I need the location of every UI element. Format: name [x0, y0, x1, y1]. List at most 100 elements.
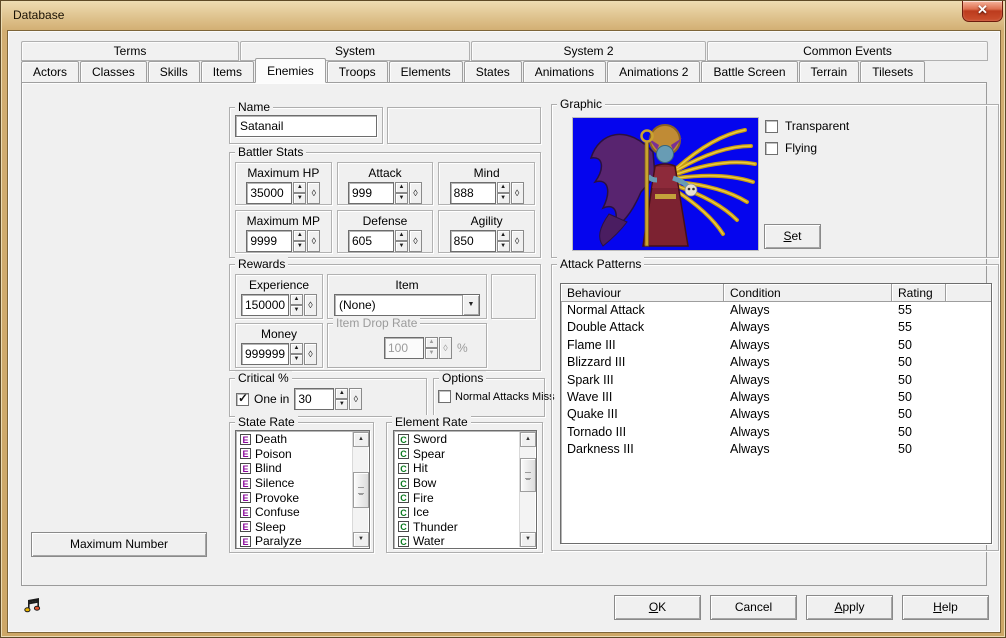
tab-skills[interactable]: Skills: [148, 61, 200, 83]
column-header-behaviour[interactable]: Behaviour: [561, 284, 724, 302]
spin-down-icon[interactable]: ▼: [290, 354, 303, 365]
element-rate-item[interactable]: CSword: [395, 432, 518, 447]
agility-spinner[interactable]: ▲▼ ◊: [450, 230, 524, 252]
attack-pattern-row[interactable]: Double AttackAlways55: [561, 319, 991, 336]
maximum-number-button[interactable]: Maximum Number: [31, 532, 207, 557]
spin-down-icon[interactable]: ▼: [497, 193, 510, 204]
tab-battle-screen[interactable]: Battle Screen: [701, 61, 797, 83]
spin-diamond-icon[interactable]: ◊: [409, 182, 422, 204]
scrollbar-thumb[interactable]: [520, 458, 536, 492]
ok-button[interactable]: OK: [614, 595, 701, 620]
tab-animations2[interactable]: Animations 2: [607, 61, 700, 83]
spin-diamond-icon[interactable]: ◊: [304, 343, 317, 365]
tab-states[interactable]: States: [464, 61, 522, 83]
tab-system2[interactable]: System 2: [471, 41, 706, 61]
spin-up-icon[interactable]: ▲: [290, 343, 303, 354]
attack-pattern-row[interactable]: Spark IIIAlways50: [561, 372, 991, 389]
spin-up-icon[interactable]: ▲: [293, 230, 306, 241]
attack-spinner[interactable]: ▲▼ ◊: [348, 182, 422, 204]
maximum-mp-spinner[interactable]: ▲▼ ◊: [246, 230, 320, 252]
tab-troops[interactable]: Troops: [327, 61, 388, 83]
spin-diamond-icon[interactable]: ◊: [304, 294, 317, 316]
close-button[interactable]: ✕: [962, 1, 1003, 22]
spin-down-icon[interactable]: ▼: [395, 193, 408, 204]
cancel-button[interactable]: Cancel: [710, 595, 797, 620]
element-rate-item[interactable]: CIce: [395, 505, 518, 520]
maximum-hp-value[interactable]: [246, 182, 292, 204]
state-rate-item[interactable]: EConfuse: [237, 505, 351, 520]
critical-spinner[interactable]: ▲▼ ◊: [294, 388, 362, 410]
attack-pattern-row[interactable]: Quake IIIAlways50: [561, 406, 991, 423]
spin-up-icon[interactable]: ▲: [395, 230, 408, 241]
name-input[interactable]: [235, 115, 377, 137]
spin-diamond-icon[interactable]: ◊: [307, 230, 320, 252]
set-button[interactable]: Set: [764, 224, 821, 249]
battler-image[interactable]: [572, 117, 759, 251]
state-rate-item[interactable]: ESleep: [237, 520, 351, 535]
element-rate-item[interactable]: CBow: [395, 476, 518, 491]
spin-up-icon[interactable]: ▲: [293, 182, 306, 193]
element-rate-listbox[interactable]: CSword CSpear CHit CBow CFire CIce CThun…: [393, 430, 537, 549]
tab-items[interactable]: Items: [201, 61, 254, 83]
tab-common-events[interactable]: Common Events: [707, 41, 988, 61]
spin-down-icon[interactable]: ▼: [293, 241, 306, 252]
attack-pattern-row[interactable]: Blizzard IIIAlways50: [561, 354, 991, 371]
spin-up-icon[interactable]: ▲: [497, 230, 510, 241]
attack-pattern-row[interactable]: Darkness IIIAlways50: [561, 441, 991, 458]
spin-down-icon[interactable]: ▼: [395, 241, 408, 252]
tab-enemies[interactable]: Enemies: [255, 58, 326, 83]
scroll-up-icon[interactable]: ▲: [520, 432, 536, 447]
element-rate-scrollbar[interactable]: ▲ ▼: [519, 432, 535, 547]
state-rate-listbox[interactable]: EDeath EPoison EBlind ESilence EProvoke …: [235, 430, 370, 549]
tab-terms[interactable]: Terms: [21, 41, 239, 61]
mind-value[interactable]: [450, 182, 496, 204]
element-rate-item[interactable]: CThunder: [395, 520, 518, 535]
spin-up-icon[interactable]: ▲: [497, 182, 510, 193]
spin-down-icon[interactable]: ▼: [335, 399, 348, 410]
attack-value[interactable]: [348, 182, 394, 204]
state-rate-item[interactable]: EProvoke: [237, 490, 351, 505]
column-header-condition[interactable]: Condition: [724, 284, 892, 302]
state-rate-item[interactable]: EBlind: [237, 461, 351, 476]
tab-tilesets[interactable]: Tilesets: [860, 61, 925, 83]
state-rate-item[interactable]: ESilence: [237, 476, 351, 491]
spin-diamond-icon[interactable]: ◊: [511, 230, 524, 252]
apply-button[interactable]: Apply: [806, 595, 893, 620]
experience-spinner[interactable]: ▲▼ ◊: [241, 294, 317, 316]
attack-pattern-row[interactable]: Wave IIIAlways50: [561, 389, 991, 406]
normal-attacks-miss-checkbox[interactable]: [438, 390, 451, 403]
attack-pattern-row[interactable]: Tornado IIIAlways50: [561, 424, 991, 441]
mind-spinner[interactable]: ▲▼ ◊: [450, 182, 524, 204]
flying-checkbox[interactable]: [765, 142, 778, 155]
scroll-down-icon[interactable]: ▼: [520, 532, 536, 547]
attack-patterns-table[interactable]: Behaviour Condition Rating Normal Attack…: [560, 283, 992, 544]
defense-spinner[interactable]: ▲▼ ◊: [348, 230, 422, 252]
transparent-checkbox[interactable]: [765, 120, 778, 133]
spin-diamond-icon[interactable]: ◊: [349, 388, 362, 410]
state-rate-item[interactable]: EParalyze: [237, 534, 351, 549]
element-rate-item[interactable]: CWater: [395, 534, 518, 549]
one-in-checkbox[interactable]: ✓: [236, 393, 249, 406]
tab-terrain[interactable]: Terrain: [799, 61, 860, 83]
state-rate-item[interactable]: EDeath: [237, 432, 351, 447]
spin-up-icon[interactable]: ▲: [335, 388, 348, 399]
scroll-down-icon[interactable]: ▼: [353, 532, 369, 547]
spin-down-icon[interactable]: ▼: [293, 193, 306, 204]
spin-up-icon[interactable]: ▲: [290, 294, 303, 305]
spin-up-icon[interactable]: ▲: [395, 182, 408, 193]
attack-pattern-row[interactable]: Flame IIIAlways50: [561, 337, 991, 354]
maximum-hp-spinner[interactable]: ▲▼ ◊: [246, 182, 320, 204]
money-value[interactable]: [241, 343, 289, 365]
tab-animations[interactable]: Animations: [523, 61, 606, 83]
maximum-mp-value[interactable]: [246, 230, 292, 252]
agility-value[interactable]: [450, 230, 496, 252]
element-rate-item[interactable]: CFire: [395, 490, 518, 505]
item-dropdown[interactable]: (None) ▼: [334, 294, 480, 316]
spin-down-icon[interactable]: ▼: [290, 305, 303, 316]
spin-diamond-icon[interactable]: ◊: [307, 182, 320, 204]
state-rate-item[interactable]: EPoison: [237, 447, 351, 462]
critical-value[interactable]: [294, 388, 334, 410]
tab-elements[interactable]: Elements: [389, 61, 463, 83]
spin-down-icon[interactable]: ▼: [497, 241, 510, 252]
scroll-up-icon[interactable]: ▲: [353, 432, 369, 447]
